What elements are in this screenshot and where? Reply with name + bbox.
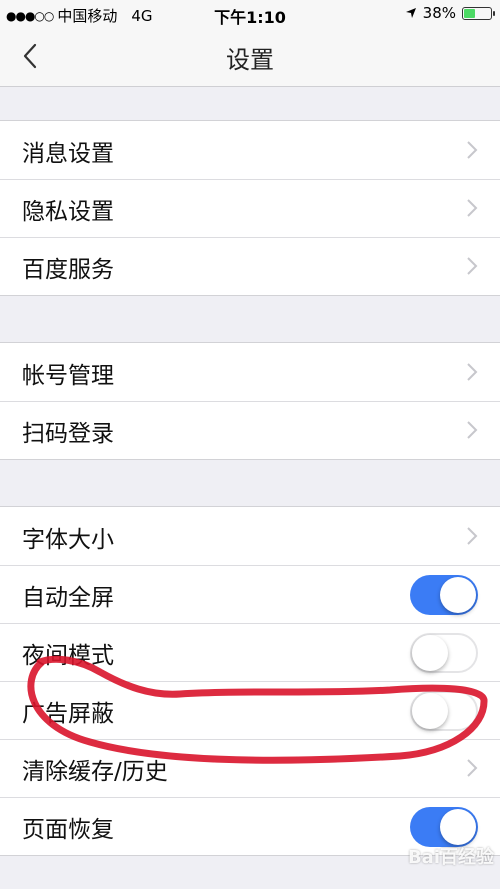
toggle-knob: [440, 809, 476, 845]
settings-row-account-management[interactable]: 帐号管理: [0, 343, 500, 401]
settings-group-display: 字体大小 自动全屏 夜间模式 广告屏蔽 清除缓存/历史 页面恢复: [0, 506, 500, 856]
page-restore-toggle[interactable]: [410, 807, 478, 847]
chevron-right-icon: [467, 257, 478, 275]
chevron-right-icon: [467, 363, 478, 381]
ad-block-toggle[interactable]: [410, 691, 478, 731]
settings-group-general: 消息设置 隐私设置 百度服务: [0, 120, 500, 296]
row-label: 自动全屏: [22, 585, 114, 611]
status-right: 38%: [405, 4, 495, 22]
chevron-right-icon: [467, 421, 478, 439]
battery-fill: [464, 8, 475, 18]
settings-row-qr-login[interactable]: 扫码登录: [0, 401, 500, 459]
status-bar: ●●●○○ 中国移动 4G 下午1:10 38%: [0, 0, 500, 28]
chevron-right-icon: [467, 759, 478, 777]
toggle-knob: [412, 693, 448, 729]
night-mode-toggle[interactable]: [410, 633, 478, 673]
settings-row-privacy[interactable]: 隐私设置: [0, 179, 500, 237]
row-label: 扫码登录: [22, 421, 114, 447]
settings-row-clear-cache[interactable]: 清除缓存/历史: [0, 739, 500, 797]
battery-percent: 38%: [422, 4, 456, 22]
row-label: 广告屏蔽: [22, 701, 114, 727]
row-label: 帐号管理: [22, 363, 114, 389]
row-label: 夜间模式: [22, 643, 114, 669]
navigation-bar: 设置: [0, 28, 500, 87]
row-label: 消息设置: [22, 141, 114, 167]
toggle-knob: [440, 577, 476, 613]
settings-row-night-mode: 夜间模式: [0, 623, 500, 681]
row-label: 隐私设置: [22, 199, 114, 225]
row-label: 百度服务: [22, 257, 114, 283]
auto-fullscreen-toggle[interactable]: [410, 575, 478, 615]
chevron-right-icon: [467, 199, 478, 217]
chevron-right-icon: [467, 527, 478, 545]
settings-row-ad-block: 广告屏蔽: [0, 681, 500, 739]
settings-row-baidu-services[interactable]: 百度服务: [0, 237, 500, 295]
battery-icon: [462, 6, 495, 20]
page-title: 设置: [226, 46, 274, 74]
settings-row-font-size[interactable]: 字体大小: [0, 507, 500, 565]
settings-row-message[interactable]: 消息设置: [0, 121, 500, 179]
chevron-right-icon: [467, 141, 478, 159]
row-label: 页面恢复: [22, 817, 114, 843]
location-arrow-icon: [405, 8, 416, 18]
settings-row-auto-fullscreen: 自动全屏: [0, 565, 500, 623]
toggle-knob: [412, 635, 448, 671]
watermark-logo: Bai百经验: [407, 847, 494, 868]
row-label: 清除缓存/历史: [22, 759, 168, 785]
row-label: 字体大小: [22, 527, 114, 553]
settings-group-account: 帐号管理 扫码登录: [0, 342, 500, 460]
